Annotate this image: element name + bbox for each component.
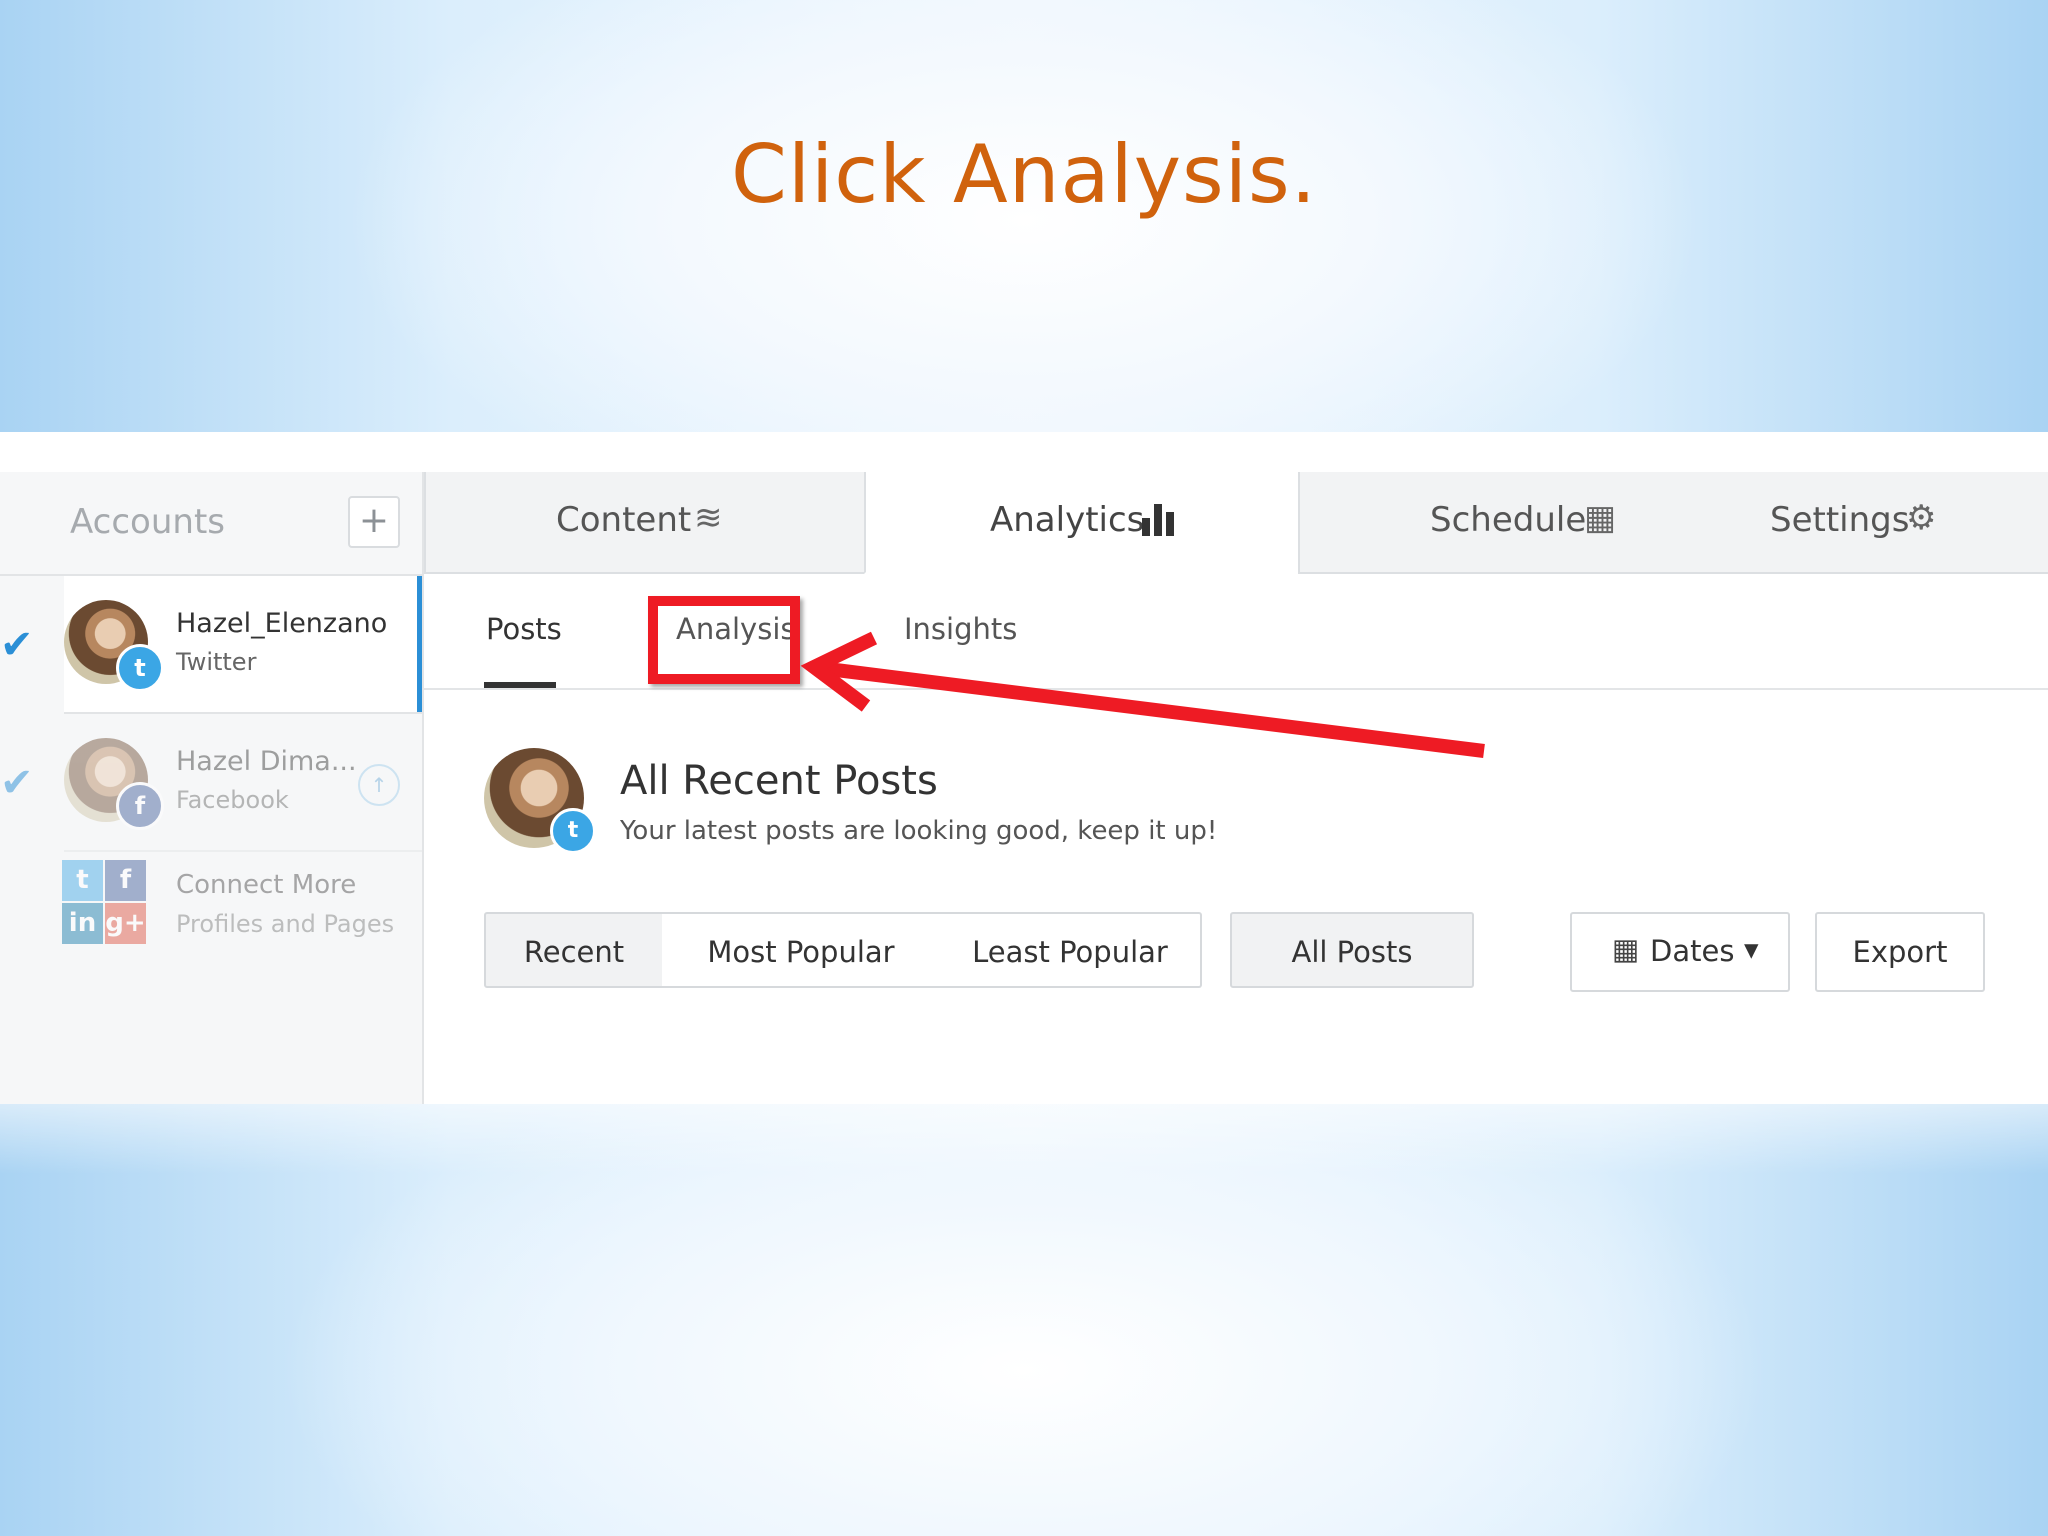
export-button[interactable]: Export: [1815, 912, 1985, 992]
connect-more-profiles[interactable]: t f in g+ Connect More Profiles and Page…: [62, 860, 422, 960]
facebook-icon: f: [116, 782, 164, 830]
feed-subtitle: Your latest posts are looking good, keep…: [620, 816, 1218, 846]
googleplus-tile-icon: g+: [105, 903, 146, 944]
tab-settings-label: Settings: [1770, 500, 1910, 540]
calendar-icon: ▦: [1612, 932, 1640, 966]
account-network: Twitter: [176, 648, 257, 676]
twitter-tile-icon: t: [62, 860, 103, 901]
account-name: Hazel_Elenzano: [176, 608, 388, 639]
info-icon[interactable]: ↑: [358, 764, 400, 806]
social-networks-icon: t f in g+: [62, 860, 146, 944]
tab-content[interactable]: Content ≋: [424, 472, 866, 574]
account-item-twitter[interactable]: t Hazel_Elenzano Twitter: [64, 576, 422, 714]
accounts-label: Accounts: [70, 502, 225, 542]
subtab-insights[interactable]: Insights: [904, 612, 1017, 646]
gear-icon: ⚙: [1906, 498, 1937, 538]
connect-more-label: Connect More: [176, 870, 357, 900]
filter-least-popular-button[interactable]: Least Popular: [940, 912, 1202, 988]
active-subtab-indicator: [484, 682, 556, 688]
accounts-sidebar: Accounts + ✔ t Hazel_Elenzano Twitter ✔ …: [0, 472, 424, 1104]
tab-analytics[interactable]: Analytics: [864, 472, 1300, 574]
twitter-icon: t: [116, 644, 164, 692]
app-screenshot: Accounts + ✔ t Hazel_Elenzano Twitter ✔ …: [0, 432, 2048, 1104]
dates-label: Dates: [1650, 934, 1735, 968]
filter-all-posts-button[interactable]: All Posts: [1230, 912, 1474, 988]
tab-content-label: Content: [556, 500, 692, 540]
analysis-highlight-box: [648, 596, 800, 684]
tab-settings[interactable]: Settings ⚙: [1640, 472, 1940, 572]
tab-schedule-label: Schedule: [1430, 500, 1587, 540]
bar-chart-icon: [1142, 504, 1174, 536]
filter-most-popular-button[interactable]: Most Popular: [662, 912, 942, 988]
layers-icon: ≋: [694, 498, 723, 538]
check-icon: ✔: [0, 622, 34, 668]
subtab-posts[interactable]: Posts: [486, 612, 562, 646]
check-icon: ✔: [0, 760, 34, 806]
dates-dropdown[interactable]: ▦ Dates ▾: [1570, 912, 1790, 992]
linkedin-tile-icon: in: [62, 903, 103, 944]
add-account-button[interactable]: +: [348, 496, 400, 548]
account-item-facebook[interactable]: f Hazel Dima... Facebook ↑: [64, 714, 422, 852]
slide-instruction: Click Analysis.: [730, 128, 1318, 221]
screen-edge-fade: [0, 1104, 2048, 1174]
connect-more-sublabel: Profiles and Pages: [176, 910, 395, 938]
accounts-header: Accounts +: [0, 472, 422, 576]
facebook-tile-icon: f: [105, 860, 146, 901]
account-network: Facebook: [176, 786, 289, 814]
chevron-down-icon: ▾: [1744, 932, 1759, 966]
filter-recent-button[interactable]: Recent: [484, 912, 664, 988]
tab-analytics-label: Analytics: [990, 500, 1145, 540]
feed-title: All Recent Posts: [620, 758, 938, 804]
account-name: Hazel Dima...: [176, 746, 357, 777]
calendar-icon: ▦: [1584, 498, 1617, 538]
tab-schedule[interactable]: Schedule ▦: [1300, 472, 1640, 572]
twitter-icon: t: [550, 808, 596, 854]
tab-bar-right: Schedule ▦ Settings ⚙: [1298, 472, 2048, 574]
